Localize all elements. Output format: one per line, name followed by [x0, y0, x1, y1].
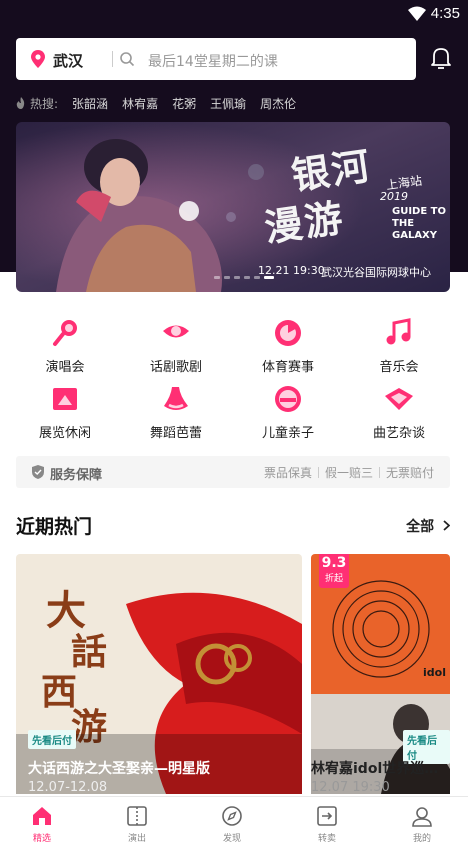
music-note-icon — [386, 318, 411, 345]
category-dance[interactable]: 舞蹈芭蕾 — [126, 384, 226, 441]
wifi-icon — [408, 6, 426, 21]
pagination-dot — [254, 276, 260, 279]
banner-play-dot — [179, 201, 199, 221]
status-time: 4:35 — [430, 5, 460, 22]
category-exhibition[interactable]: 展览休闲 — [15, 384, 115, 441]
event-date: 12.07-12.08 — [28, 780, 108, 795]
category-label: 展览休闲 — [38, 426, 91, 441]
tab-label: 精选 — [32, 834, 51, 844]
banner-year: 2019 — [380, 190, 408, 203]
home-icon — [33, 807, 51, 825]
category-label: 曲艺杂谈 — [372, 426, 425, 441]
search-bar[interactable]: 武汉 最后14堂星期二的课 — [16, 38, 416, 80]
hot-search-item[interactable]: 张韶涵 — [72, 95, 108, 112]
dance-icon — [164, 387, 188, 410]
category-sports[interactable]: 体育赛事 — [238, 318, 338, 375]
service-item: 无票赔付 — [385, 466, 434, 480]
discount-badge: 9.3 折起 — [319, 554, 349, 588]
hot-search-item[interactable]: 王佩瑜 — [210, 95, 246, 112]
tab-featured[interactable]: 精选 — [12, 805, 72, 844]
category-music[interactable]: 音乐会 — [349, 318, 449, 375]
banner-guide: GUIDE TO THE GALAXY — [392, 206, 446, 241]
sports-ball-icon — [275, 320, 301, 346]
pagination-dot — [224, 276, 230, 279]
category-label: 话剧歌剧 — [149, 360, 202, 375]
hot-section-header: 近期热门 全部 — [16, 512, 450, 538]
banner-venue: 武汉光谷国际网球中心 — [321, 266, 431, 279]
hot-search-item[interactable]: 周杰伦 — [260, 95, 296, 112]
service-divider — [378, 467, 380, 478]
kids-icon — [275, 386, 301, 412]
service-items: 票品保真 假一赔三 无票赔付 — [264, 464, 434, 481]
category-concert[interactable]: 演唱会 — [15, 318, 115, 375]
discount-label: 折起 — [324, 574, 343, 584]
bottom-tab-bar: 精选 演出 发现 转卖 我的 — [0, 796, 468, 848]
service-title: 服务保障 — [50, 468, 103, 483]
flame-icon — [16, 97, 25, 109]
folk-art-icon — [385, 388, 413, 410]
tab-shows[interactable]: 演出 — [107, 805, 167, 844]
category-kids[interactable]: 儿童亲子 — [238, 384, 338, 441]
category-label: 体育赛事 — [261, 360, 314, 375]
svg-text:大: 大 — [46, 587, 86, 634]
exhibition-frame-icon — [53, 388, 77, 410]
microphone-icon — [53, 320, 77, 346]
theater-mask-icon — [163, 325, 189, 338]
category-label: 演唱会 — [45, 360, 85, 375]
event-title: 大话西游之大圣娶亲—明星版 — [28, 761, 210, 777]
event-card[interactable]: 大 話 西 游 先看后付 大话西游之大圣娶亲—明星版 12.07-12.08 — [16, 554, 302, 795]
tab-label: 演出 — [127, 834, 146, 844]
tab-label: 转卖 — [317, 834, 336, 844]
user-icon — [412, 807, 432, 827]
search-input[interactable]: 最后14堂星期二的课 — [148, 51, 278, 71]
location-pin-icon[interactable] — [31, 50, 45, 68]
chevron-right-icon — [443, 520, 450, 531]
category-folk-art[interactable]: 曲艺杂谈 — [349, 384, 449, 441]
tab-resale[interactable]: 转卖 — [297, 805, 357, 844]
banner-title-line2: 漫游 — [261, 194, 348, 251]
search-divider — [112, 51, 113, 67]
search-icon — [120, 52, 135, 67]
city-selector[interactable]: 武汉 — [53, 50, 83, 71]
ticket-icon — [127, 806, 147, 826]
svg-text:idol: idol — [423, 666, 446, 679]
category-label: 音乐会 — [379, 360, 419, 375]
pagination-dot — [234, 276, 240, 279]
tab-profile[interactable]: 我的 — [392, 805, 452, 844]
discount-value: 9.3 — [321, 555, 347, 571]
category-label: 舞蹈芭蕾 — [149, 426, 202, 441]
transfer-icon — [317, 806, 337, 826]
bell-icon[interactable] — [430, 46, 452, 70]
event-title: 林宥嘉idol世界巡回演… — [311, 761, 450, 777]
shield-icon — [32, 465, 44, 479]
hot-search-item[interactable]: 花粥 — [172, 95, 196, 112]
pay-later-tag: 先看后付 — [28, 730, 76, 749]
pagination-dot — [214, 276, 220, 279]
view-all-label: 全部 — [406, 519, 435, 535]
svg-text:話: 話 — [71, 631, 107, 673]
pagination-dot — [244, 276, 250, 279]
tab-label: 发现 — [222, 834, 241, 844]
event-card[interactable]: idol 9.3 折起 先看后付 林宥嘉idol世界巡回演… 12.07 19:… — [311, 554, 450, 795]
pagination-dot-active — [264, 276, 274, 279]
banner-pagination — [214, 276, 274, 279]
hot-search-row: 热搜: 张韶涵 林宥嘉 花粥 王佩瑜 周杰伦 — [16, 94, 310, 112]
compass-icon — [222, 806, 242, 826]
hot-search-label: 热搜: — [30, 96, 59, 111]
tab-label: 我的 — [412, 834, 431, 844]
view-all-link[interactable]: 全部 — [406, 516, 450, 536]
category-label: 儿童亲子 — [261, 426, 314, 441]
section-title: 近期热门 — [16, 516, 93, 538]
service-item: 票品保真 — [263, 466, 312, 480]
service-guarantee-bar[interactable]: 服务保障 票品保真 假一赔三 无票赔付 — [16, 456, 450, 488]
service-item: 假一赔三 — [324, 466, 373, 480]
status-bar: 4:35 — [0, 0, 468, 30]
tab-discover[interactable]: 发现 — [202, 805, 262, 844]
promo-banner[interactable]: 银河 漫游 上海站 2019 GUIDE TO THE GALAXY 12.21… — [16, 122, 450, 292]
event-date: 12.07 19:30 — [311, 780, 390, 795]
hot-search-item[interactable]: 林宥嘉 — [122, 95, 158, 112]
category-drama[interactable]: 话剧歌剧 — [126, 318, 226, 375]
service-divider — [317, 467, 319, 478]
